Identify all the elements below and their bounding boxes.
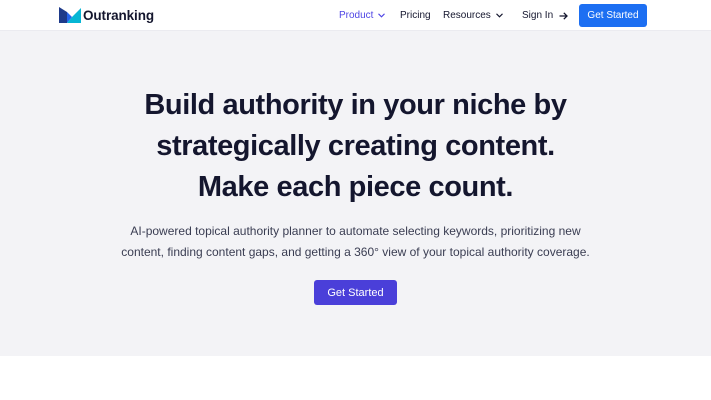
chevron-down-icon bbox=[495, 13, 503, 18]
sign-in-link[interactable]: Sign In bbox=[522, 0, 569, 31]
sign-in-label: Sign In bbox=[522, 10, 554, 21]
site-header: Outranking Product Pricing Resources Sig… bbox=[0, 0, 711, 31]
nav-item-product-label: Product bbox=[339, 10, 374, 21]
nav-item-product[interactable]: Product bbox=[339, 0, 386, 31]
nav-item-resources-label: Resources bbox=[443, 10, 491, 21]
subtext-line: AI-powered topical authority planner to … bbox=[130, 224, 581, 238]
chevron-down-icon bbox=[378, 13, 386, 18]
hero-section: Build authority in your niche by strateg… bbox=[0, 31, 711, 356]
headline-line: Make each piece count. bbox=[197, 171, 514, 203]
headline-line: Build authority in your niche by bbox=[144, 89, 567, 121]
nav-item-pricing-label: Pricing bbox=[400, 10, 431, 21]
header-get-started-button[interactable]: Get Started bbox=[579, 4, 647, 27]
subtext-line: content, finding content gaps, and getti… bbox=[121, 245, 590, 259]
hero-headline: Build authority in your niche by strateg… bbox=[0, 85, 711, 208]
brand-name: Outranking bbox=[83, 7, 155, 23]
nav-item-resources[interactable]: Resources bbox=[443, 0, 503, 31]
nav-item-pricing[interactable]: Pricing bbox=[400, 0, 431, 31]
hero-subtext: AI-powered topical authority planner to … bbox=[0, 221, 711, 263]
logo[interactable]: Outranking bbox=[59, 6, 154, 24]
outranking-logo-icon bbox=[59, 7, 81, 23]
hero-get-started-button[interactable]: Get Started bbox=[314, 280, 397, 305]
arrow-right-icon bbox=[559, 11, 569, 20]
headline-line: strategically creating content. bbox=[156, 130, 555, 162]
